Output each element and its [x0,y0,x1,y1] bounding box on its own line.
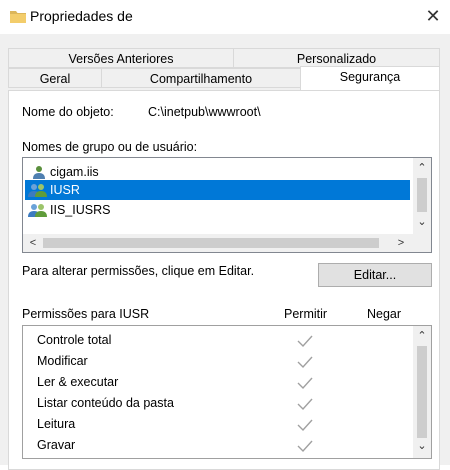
list-item[interactable]: IIS_IUSRS [25,200,410,220]
groups-label: Nomes de grupo ou de usuário: [22,140,198,154]
permission-row: Modificar [25,351,410,371]
tab-versoes-anteriores[interactable]: Versões Anteriores [8,48,234,68]
edit-hint: Para alterar permissões, clique em Edita… [22,264,255,278]
allow-header: Permitir [284,307,328,321]
scrollbar-thumb[interactable] [417,178,427,212]
allow-check-icon [297,335,313,348]
permission-row: Ler & executar [25,372,410,392]
groups-horizontal-scrollbar[interactable]: < > [23,234,431,252]
tab-personalizado[interactable]: Personalizado [233,48,440,68]
permission-row: Leitura [25,414,410,434]
permissions-vertical-scrollbar[interactable]: ⌃ ⌄ [413,326,431,458]
user-icon [33,166,45,179]
allow-check-icon [297,356,313,369]
permission-row: Listar conteúdo da pasta [25,393,410,413]
folder-icon [10,11,26,23]
group-icon [28,184,47,197]
permission-row: Gravar [25,435,410,455]
object-name-label: Nome do objeto: [22,105,114,119]
allow-check-icon [297,440,313,453]
permission-name: Modificar [37,354,88,368]
permission-name: Ler & executar [37,375,119,389]
scroll-down-arrow[interactable]: ⌄ [414,438,430,454]
groups-listbox[interactable]: cigam.iis IUSR IIS_IUSRS ⌃ ⌄ < > [22,157,432,253]
scroll-left-arrow[interactable]: < [25,235,41,251]
scroll-down-arrow[interactable]: ⌄ [414,214,430,230]
groups-vertical-scrollbar[interactable]: ⌃ ⌄ [413,158,431,234]
list-item-label: IUSR [50,183,80,197]
list-item-selected[interactable]: IUSR [25,180,410,200]
scroll-up-arrow[interactable]: ⌃ [414,328,430,344]
allow-check-icon [297,398,313,411]
permission-name: Listar conteúdo da pasta [37,396,174,410]
list-item-label: IIS_IUSRS [50,203,111,217]
list-item-label: cigam.iis [50,165,99,179]
permission-name: Gravar [37,438,76,452]
scrollbar-thumb[interactable] [417,346,427,438]
group-icon [28,204,47,217]
allow-check-icon [297,377,313,390]
tab-compartilhamento[interactable]: Compartilhamento [101,68,301,88]
list-item[interactable]: cigam.iis [25,162,410,182]
tab-seguranca[interactable]: Segurança [300,66,440,90]
deny-header: Negar [367,307,402,321]
object-name-value: C:\inetpub\wwwroot\ [148,105,261,119]
edit-button[interactable]: Editar... [318,263,432,287]
permissions-listbox[interactable]: Controle total Modificar Ler & executar Lis… [22,325,432,459]
tab-geral[interactable]: Geral [8,68,102,88]
permission-row: Controle total [25,330,410,350]
permission-name: Leitura [37,417,76,431]
allow-check-icon [297,419,313,432]
permissions-label: Permissões para IUSR [22,307,150,321]
title-bar: Propriedades de ✕ [0,0,450,34]
scrollbar-thumb[interactable] [43,238,379,248]
window-title: Propriedades de [30,8,133,24]
permission-name: Controle total [37,333,112,347]
scroll-up-arrow[interactable]: ⌃ [414,160,430,176]
scroll-right-arrow[interactable]: > [393,235,409,251]
close-button[interactable]: ✕ [420,4,446,28]
